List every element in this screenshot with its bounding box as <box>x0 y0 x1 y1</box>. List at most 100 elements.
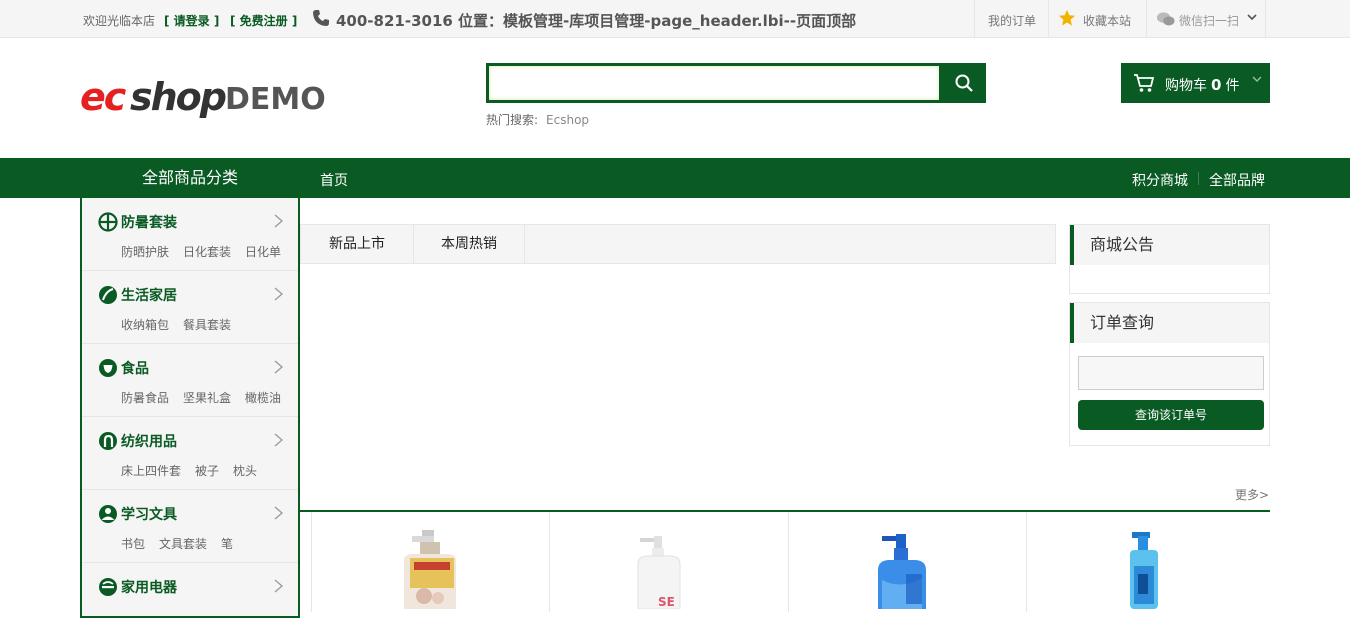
search-bar <box>486 63 986 103</box>
subcategory-list: 床上四件套 被子 枕头 <box>121 462 271 479</box>
product-image[interactable] <box>872 530 942 609</box>
subcategory-link[interactable]: 被子 <box>195 464 219 478</box>
divider <box>549 512 550 612</box>
top-bar: 欢迎光临本店 [ 请登录 ] [ 免费注册 ] 400-821-3016 位置：… <box>0 0 1350 38</box>
subcategory-link[interactable]: 坚果礼盒 <box>183 391 231 405</box>
divider <box>788 512 789 612</box>
logo-demo: DEMO <box>225 82 326 117</box>
subcategory-link[interactable]: 日化套装 <box>183 245 231 259</box>
subcategory-link[interactable]: 笔 <box>221 537 233 551</box>
category-name[interactable]: 家用电器 <box>121 577 177 597</box>
divider <box>974 0 975 38</box>
cup-icon <box>99 359 117 377</box>
cart-label: 购物车 0 件 <box>1165 75 1239 95</box>
subcategory-link[interactable]: 日化单 <box>245 245 281 259</box>
category-item[interactable]: 纺织用品 床上四件套 被子 枕头 <box>82 417 298 490</box>
register-link[interactable]: [ 免费注册 ] <box>230 12 297 29</box>
notice-box: 商城公告 <box>1069 224 1270 294</box>
search-button[interactable] <box>942 63 986 103</box>
category-item[interactable]: 家用电器 <box>82 563 298 616</box>
logo-shop: shop <box>130 75 227 119</box>
subcategory-list: 防晒护肤 日化套装 日化单 <box>121 243 295 260</box>
category-item[interactable]: 学习文具 书包 文具套装笔 <box>82 490 298 563</box>
cart-count: 0 <box>1211 76 1222 94</box>
subcategory-link[interactable]: 枕头 <box>233 464 257 478</box>
category-item[interactable]: 生活家居 收纳箱包 餐具套装 <box>82 271 298 344</box>
subcategory-list: 防暑食品 坚果礼盒 橄榄油 <box>121 389 295 406</box>
chevron-right-icon <box>274 433 283 447</box>
login-link[interactable]: [ 请登录 ] <box>164 12 219 29</box>
tab-new-arrivals[interactable]: 新品上市 <box>301 225 414 263</box>
order-query-box: 订单查询 查询该订单号 <box>1069 302 1270 446</box>
product-image[interactable]: SE <box>630 530 690 609</box>
query-order-button[interactable]: 查询该订单号 <box>1078 400 1264 430</box>
chevron-right-icon <box>274 214 283 228</box>
cart-suffix: 件 <box>1225 78 1240 94</box>
svg-text:SE: SE <box>658 595 675 609</box>
favorite-link[interactable]: 收藏本站 <box>1083 12 1131 29</box>
chevron-right-icon <box>274 579 283 593</box>
subcategory-link[interactable]: 防晒护肤 <box>121 245 169 259</box>
subcategory-link[interactable]: 橄榄油 <box>245 391 281 405</box>
wechat-scan-link[interactable]: 微信扫一扫 <box>1179 12 1239 29</box>
chevron-down-icon <box>1252 76 1262 82</box>
category-name[interactable]: 学习文具 <box>121 504 177 524</box>
divider <box>311 512 312 612</box>
nav-all-brands[interactable]: 全部品牌 <box>1209 170 1265 190</box>
category-name[interactable]: 防暑套装 <box>121 212 177 232</box>
more-link[interactable]: 更多> <box>1235 486 1269 503</box>
site-logo[interactable]: ec shop DEMO <box>80 75 326 120</box>
leaf-icon <box>99 286 117 304</box>
order-query-title: 订单查询 <box>1070 303 1269 343</box>
cart-prefix: 购物车 <box>1165 78 1207 94</box>
main-nav: 全部商品分类 首页 积分商城 全部品牌 <box>0 158 1350 198</box>
category-item[interactable]: 食品 防暑食品 坚果礼盒 橄榄油 <box>82 344 298 417</box>
all-categories-button[interactable]: 全部商品分类 <box>80 158 300 198</box>
hot-search-label: 热门搜索: <box>486 113 539 127</box>
category-item[interactable]: 防暑套装 防晒护肤 日化套装 日化单 <box>82 198 298 271</box>
subcategory-link[interactable]: 床上四件套 <box>121 464 181 478</box>
appliance-icon <box>99 578 117 596</box>
my-orders-link[interactable]: 我的订单 <box>988 12 1036 29</box>
divider <box>1146 0 1147 38</box>
product-image[interactable] <box>390 530 470 609</box>
nav-points-mall[interactable]: 积分商城 <box>1132 170 1188 190</box>
category-sidebar: 防暑套装 防晒护肤 日化套装 日化单 生活家居 收纳箱包 餐具套装 食品 防暑食品 坚果… <box>80 198 300 618</box>
tab-weekly-hot[interactable]: 本周热销 <box>414 225 525 263</box>
hot-search-keyword[interactable]: Ecshop <box>546 113 589 127</box>
subcategory-link[interactable]: 文具套装 <box>159 537 207 551</box>
order-number-input[interactable] <box>1078 356 1264 390</box>
chevron-right-icon <box>274 360 283 374</box>
category-name[interactable]: 生活家居 <box>121 285 177 305</box>
search-input[interactable] <box>486 63 942 103</box>
category-name[interactable]: 纺织用品 <box>121 431 177 451</box>
divider <box>1198 172 1199 185</box>
hot-search: 热门搜索: Ecshop <box>486 111 589 128</box>
phone-icon <box>313 10 329 26</box>
subcategory-list: 书包 文具套装笔 <box>121 535 247 552</box>
phone-location-text: 400-821-3016 位置：模板管理-库项目管理-page_header.l… <box>336 12 857 30</box>
textile-icon <box>99 432 117 450</box>
cross-circle-icon <box>98 212 118 232</box>
product-tabs: 新品上市 本周热销 <box>300 224 1056 264</box>
divider <box>1048 0 1049 38</box>
search-icon <box>955 74 973 92</box>
notice-title: 商城公告 <box>1070 225 1269 265</box>
subcategory-link[interactable]: 收纳箱包 <box>121 318 169 332</box>
logo-ec: ec <box>80 75 126 119</box>
wechat-icon <box>1156 12 1175 26</box>
chevron-right-icon <box>274 506 283 520</box>
subcategory-link[interactable]: 书包 <box>121 537 145 551</box>
welcome-text: 欢迎光临本店 <box>83 14 156 28</box>
divider <box>300 510 1270 512</box>
chevron-down-icon[interactable] <box>1246 12 1258 22</box>
cart-button[interactable]: 购物车 0 件 <box>1121 63 1270 103</box>
nav-home[interactable]: 首页 <box>320 170 348 190</box>
subcategory-link[interactable]: 防暑食品 <box>121 391 169 405</box>
category-name[interactable]: 食品 <box>121 358 149 378</box>
subcategory-list: 收纳箱包 餐具套装 <box>121 316 245 333</box>
subcategory-link[interactable]: 餐具套装 <box>183 318 231 332</box>
divider <box>1026 512 1027 612</box>
cart-icon <box>1134 74 1155 92</box>
product-image[interactable] <box>1120 530 1170 609</box>
